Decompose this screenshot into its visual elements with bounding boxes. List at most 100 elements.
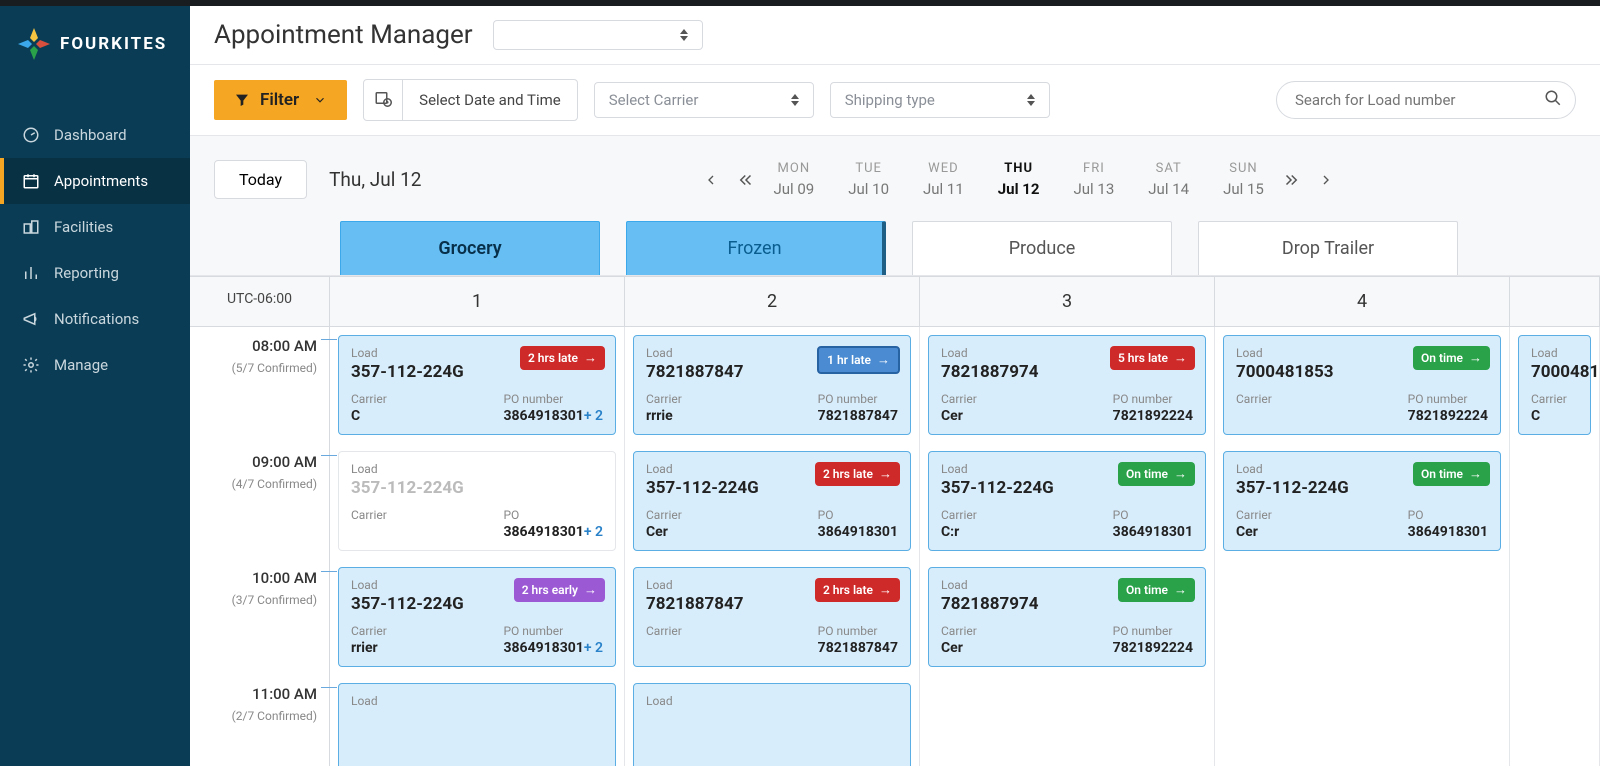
logo: FOURKITES — [0, 6, 190, 82]
appointment-card[interactable]: Load 700048185 Carrier C — [1518, 335, 1591, 435]
top-selector[interactable] — [493, 20, 703, 50]
shipping-label: Shipping type — [845, 91, 935, 109]
appointment-card[interactable]: 5 hrs late→ Load 7821887974 Carrier Cer … — [928, 335, 1206, 435]
filter-label: Filter — [260, 90, 299, 110]
stepper-icon — [791, 94, 799, 106]
next-single-icon[interactable] — [1318, 172, 1334, 188]
next-double-icon[interactable] — [1282, 171, 1300, 189]
nav: Dashboard Appointments Facilities Report… — [0, 82, 190, 388]
confirmed-label: (3/7 Confirmed) — [190, 593, 317, 607]
prev-double-icon[interactable] — [737, 171, 755, 189]
arrow-right-icon: → — [1174, 466, 1187, 482]
po-value: 7821892224 — [1408, 408, 1488, 424]
arrow-right-icon: → — [879, 466, 892, 482]
sidebar-item-manage[interactable]: Manage — [0, 342, 190, 388]
schedule-cell — [1215, 675, 1510, 766]
schedule-cell: Load 357-112-224G Carrier PO 3864918301+… — [330, 443, 625, 559]
time-cell: 08:00 AM(5/7 Confirmed) — [190, 327, 330, 443]
prev-single-icon[interactable] — [703, 172, 719, 188]
po-label: PO — [1408, 508, 1488, 522]
carrier-value: C:r — [941, 524, 977, 540]
time-label: 10:00 AM — [190, 569, 317, 587]
appointment-card[interactable]: 1 hr late→ Load 7821887847 Carrier rrrie… — [633, 335, 911, 435]
tab-grocery[interactable]: Grocery — [340, 221, 600, 275]
filter-bar: Filter Select Date and Time Select Carri… — [190, 65, 1600, 136]
day-thu[interactable]: THUJul 12 — [998, 161, 1040, 198]
carrier-label: Carrier — [941, 624, 977, 638]
carrier-label: Carrier — [646, 508, 682, 522]
appointment-card[interactable]: Load — [338, 683, 616, 766]
appointment-card[interactable]: 2 hrs late→ Load 7821887847 Carrier PO n… — [633, 567, 911, 667]
day-sat[interactable]: SATJul 14 — [1148, 161, 1189, 198]
calendar-clock-icon — [364, 80, 403, 120]
tab-drop-trailer[interactable]: Drop Trailer — [1198, 221, 1458, 275]
status-badge: 1 hr late→ — [817, 346, 900, 374]
dock-col-4: 4 — [1215, 277, 1510, 326]
load-label: Load — [351, 694, 603, 708]
filter-button[interactable]: Filter — [214, 80, 347, 120]
carrier-label: Select Carrier — [609, 91, 699, 109]
shipping-type-select[interactable]: Shipping type — [830, 82, 1050, 118]
po-value: 7821887847 — [818, 640, 898, 656]
main: Appointment Manager Filter Select Date a… — [190, 6, 1600, 766]
load-number: 700048185 — [1531, 362, 1578, 382]
day-wed[interactable]: WEDJul 11 — [923, 161, 964, 198]
sidebar-item-appointments[interactable]: Appointments — [0, 158, 190, 204]
carrier-select[interactable]: Select Carrier — [594, 82, 814, 118]
megaphone-icon — [22, 310, 40, 328]
load-label: Load — [646, 694, 898, 708]
date-time-select[interactable]: Select Date and Time — [363, 79, 578, 121]
appointment-card[interactable]: 2 hrs late→ Load 357-112-224G Carrier Ce… — [633, 451, 911, 551]
appointment-card[interactable]: On time→ Load 357-112-224G Carrier Cer P… — [1223, 451, 1501, 551]
sidebar-item-reporting[interactable]: Reporting — [0, 250, 190, 296]
carrier-label: Carrier — [351, 624, 387, 638]
brand-text: FOURKITES — [60, 34, 167, 54]
tab-frozen[interactable]: Frozen — [626, 221, 886, 275]
day-fri[interactable]: FRIJul 13 — [1074, 161, 1115, 198]
po-value: 3864918301 — [1408, 524, 1488, 540]
day-mon[interactable]: MONJul 09 — [773, 161, 814, 198]
po-value: 3864918301+ 2 — [503, 408, 603, 424]
carrier-value: Cer — [941, 640, 977, 656]
today-button[interactable]: Today — [214, 160, 307, 199]
appointment-card[interactable]: On time→ Load 357-112-224G Carrier C:r P… — [928, 451, 1206, 551]
carrier-label: Carrier — [646, 624, 682, 638]
status-badge: 2 hrs late→ — [815, 462, 900, 486]
day-sun[interactable]: SUNJul 15 — [1223, 161, 1264, 198]
carrier-label: Carrier — [351, 392, 387, 406]
carrier-value: C — [1531, 408, 1567, 424]
schedule-cell — [1510, 443, 1600, 559]
arrow-right-icon: → — [584, 350, 597, 366]
sidebar-item-dashboard[interactable]: Dashboard — [0, 112, 190, 158]
appointment-card[interactable]: Load 357-112-224G Carrier PO 3864918301+… — [338, 451, 616, 551]
chevron-down-icon — [313, 93, 327, 107]
po-label: PO — [818, 508, 898, 522]
funnel-icon — [234, 92, 250, 108]
time-cell: 11:00 AM(2/7 Confirmed) — [190, 675, 330, 766]
po-value: 7821887847 — [818, 408, 898, 424]
status-badge: 2 hrs late→ — [520, 346, 605, 370]
schedule-cell: 2 hrs late→ Load 357-112-224G Carrier C … — [330, 327, 625, 443]
carrier-value: Cer — [1236, 524, 1272, 540]
dashboard-icon — [22, 126, 40, 144]
carrier-value: C — [351, 408, 387, 424]
appointment-card[interactable]: On time→ Load 7000481853 Carrier PO numb… — [1223, 335, 1501, 435]
appointment-card[interactable]: 2 hrs late→ Load 357-112-224G Carrier C … — [338, 335, 616, 435]
status-badge: 2 hrs late→ — [815, 578, 900, 602]
schedule-cell: On time→ Load 357-112-224G Carrier Cer P… — [1215, 443, 1510, 559]
time-cell: 09:00 AM(4/7 Confirmed) — [190, 443, 330, 559]
arrow-right-icon: → — [877, 352, 890, 368]
po-value: 3864918301 — [818, 524, 898, 540]
reporting-icon — [22, 264, 40, 282]
gear-icon — [22, 356, 40, 374]
appointment-card[interactable]: On time→ Load 7821887974 Carrier Cer PO … — [928, 567, 1206, 667]
sidebar-item-notifications[interactable]: Notifications — [0, 296, 190, 342]
appointment-card[interactable]: Load — [633, 683, 911, 766]
tab-produce[interactable]: Produce — [912, 221, 1172, 275]
appointment-card[interactable]: 2 hrs early→ Load 357-112-224G Carrier r… — [338, 567, 616, 667]
search-input[interactable] — [1276, 81, 1576, 119]
arrow-right-icon: → — [879, 582, 892, 598]
calendar-icon — [22, 172, 40, 190]
day-tue[interactable]: TUEJul 10 — [848, 161, 889, 198]
sidebar-item-facilities[interactable]: Facilities — [0, 204, 190, 250]
